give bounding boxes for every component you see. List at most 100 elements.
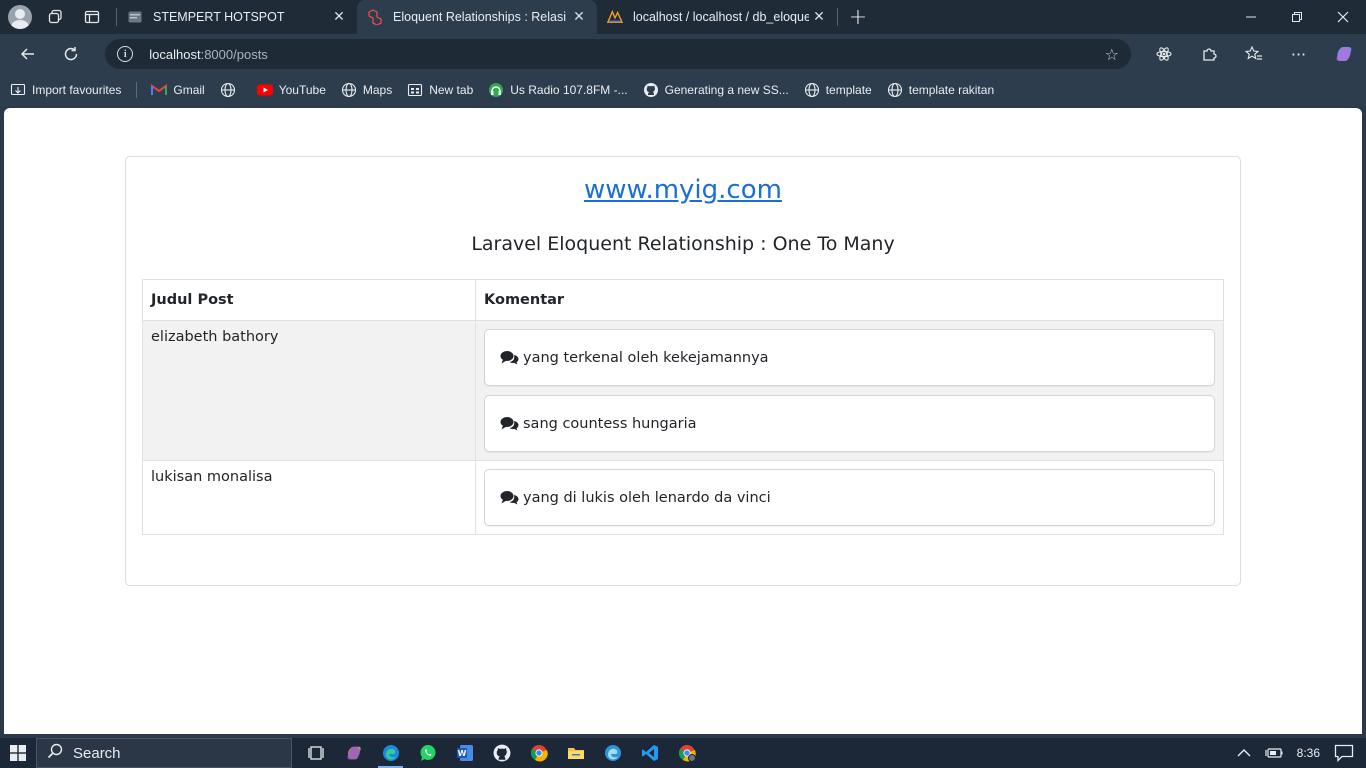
favourites-bar: Import favourites Gmail YouTube Maps New… xyxy=(0,74,1366,106)
close-tab-icon[interactable]: ✕ xyxy=(569,9,589,25)
favourites-divider xyxy=(136,82,138,98)
navigation-bar: i localhost:8000/posts ☆ ··· xyxy=(0,34,1366,74)
more-options-icon[interactable]: ··· xyxy=(1276,34,1321,74)
tab-actions-icon[interactable] xyxy=(74,0,110,34)
chrome-profile-icon[interactable] xyxy=(668,738,705,768)
edge-browser-icon[interactable] xyxy=(372,738,409,768)
table-header-row: Judul Post Komentar xyxy=(142,279,1224,321)
favourite-import[interactable]: Import favourites xyxy=(10,82,121,98)
favourite-label: Maps xyxy=(362,83,393,97)
whatsapp-icon[interactable] xyxy=(409,738,446,768)
gmail-icon xyxy=(151,82,168,98)
tab-strip: STEMPERT HOTSPOT ✕ Eloquent Relationship… xyxy=(0,0,1366,34)
system-tray: 8:36 xyxy=(1237,744,1366,762)
favourite-label: Generating a new SS... xyxy=(664,83,789,97)
favourites-icon[interactable] xyxy=(1231,34,1276,74)
posts-table: Judul Post Komentar elizabeth bathory ya… xyxy=(142,279,1224,535)
clock[interactable]: 8:36 xyxy=(1297,746,1320,760)
comments-cell: yang terkenal oleh kekejamannya sang cou… xyxy=(475,320,1224,461)
column-header-komentar: Komentar xyxy=(475,279,1224,321)
globe-icon xyxy=(804,82,820,98)
favourite-label: template rakitan xyxy=(908,83,995,97)
favourite-label: Import favourites xyxy=(32,83,122,97)
github-desktop-icon[interactable] xyxy=(483,738,520,768)
github-icon xyxy=(643,82,659,98)
copilot-app-icon[interactable] xyxy=(335,738,372,768)
workspaces-icon[interactable] xyxy=(38,0,74,34)
globe-icon xyxy=(220,82,236,98)
taskbar: Search W 8:36 xyxy=(0,738,1366,768)
comments-cell: yang di lukis oleh lenardo da vinci xyxy=(475,460,1224,535)
favourite-template-rakitan[interactable]: template rakitan xyxy=(887,82,994,98)
close-tab-icon[interactable]: ✕ xyxy=(329,9,349,25)
minimize-icon[interactable] xyxy=(1228,0,1274,34)
tab-phpmyadmin[interactable]: localhost / localhost / db_eloquent ✕ xyxy=(597,0,837,34)
globe-icon xyxy=(887,82,903,98)
edge-dev-icon[interactable] xyxy=(594,738,631,768)
column-header-judul-post: Judul Post xyxy=(142,279,476,321)
favourite-template[interactable]: template xyxy=(804,82,872,98)
favourite-github[interactable]: Generating a new SS... xyxy=(643,82,789,98)
laravel-icon xyxy=(367,9,383,25)
back-icon[interactable] xyxy=(6,34,50,74)
url-text[interactable]: localhost:8000/posts xyxy=(149,47,1104,62)
favourite-globe[interactable] xyxy=(220,82,242,98)
svg-text:W: W xyxy=(457,749,466,758)
window-controls xyxy=(1228,0,1366,34)
toolbar-actions: ··· xyxy=(1141,34,1366,74)
taskbar-search[interactable]: Search xyxy=(36,738,292,768)
radio-icon xyxy=(488,82,504,98)
search-icon xyxy=(47,743,63,763)
vscode-icon[interactable] xyxy=(631,738,668,768)
comment-item: yang terkenal oleh kekejamannya xyxy=(484,329,1215,386)
favourite-gmail[interactable]: Gmail xyxy=(151,82,205,98)
copilot-icon[interactable] xyxy=(1321,34,1366,74)
comment-text: sang countess hungaria xyxy=(523,415,697,432)
windows-start-icon[interactable] xyxy=(0,738,36,768)
file-explorer-icon[interactable] xyxy=(557,738,594,768)
tab-title: localhost / localhost / db_eloquent xyxy=(633,10,809,24)
notification-icon[interactable] xyxy=(1334,744,1354,762)
battery-icon[interactable] xyxy=(1265,747,1283,759)
page-viewport: www.myig.com Laravel Eloquent Relationsh… xyxy=(4,108,1362,734)
comments-icon xyxy=(500,350,520,366)
globe-icon xyxy=(341,82,357,98)
comments-icon xyxy=(500,490,520,506)
profile-avatar[interactable] xyxy=(8,5,32,29)
favourite-label: template xyxy=(825,83,872,97)
task-view-icon[interactable] xyxy=(298,738,335,768)
hotspot-icon xyxy=(127,9,143,25)
favourite-new-tab[interactable]: New tab xyxy=(407,82,473,98)
favourite-label: Us Radio 107.8FM -... xyxy=(510,83,628,97)
word-icon[interactable]: W xyxy=(446,738,483,768)
favourite-radio[interactable]: Us Radio 107.8FM -... xyxy=(488,82,628,98)
close-tab-icon[interactable]: ✕ xyxy=(809,9,829,25)
favourite-maps[interactable]: Maps xyxy=(341,82,392,98)
favourite-label: YouTube xyxy=(278,83,326,97)
chevron-up-icon[interactable] xyxy=(1237,748,1251,758)
post-title-cell: elizabeth bathory xyxy=(142,320,476,461)
url-host: localhost xyxy=(149,46,201,62)
site-info-icon[interactable]: i xyxy=(117,46,134,62)
favourite-label: Gmail xyxy=(173,83,205,97)
favourite-star-icon[interactable]: ☆ xyxy=(1105,45,1119,64)
extensions-icon[interactable] xyxy=(1186,34,1231,74)
close-window-icon[interactable] xyxy=(1320,0,1366,34)
post-title-cell: lukisan monalisa xyxy=(142,460,476,535)
taskbar-apps: W xyxy=(298,738,705,768)
react-devtools-icon[interactable] xyxy=(1141,34,1186,74)
favourite-youtube[interactable]: YouTube xyxy=(256,82,326,98)
tab-eloquent-relationships[interactable]: Eloquent Relationships : Relasi One ✕ xyxy=(357,0,597,34)
address-bar[interactable]: i localhost:8000/posts ☆ xyxy=(105,39,1131,69)
page-heading: Laravel Eloquent Relationship : One To M… xyxy=(471,233,895,255)
comment-item: sang countess hungaria xyxy=(484,395,1215,452)
chrome-icon[interactable] xyxy=(520,738,557,768)
site-link[interactable]: www.myig.com xyxy=(126,175,1240,205)
tab-stempert-hotspot[interactable]: STEMPERT HOTSPOT ✕ xyxy=(117,0,357,34)
phpmyadmin-icon xyxy=(607,9,623,25)
comment-text: yang terkenal oleh kekejamannya xyxy=(523,349,769,366)
new-tab-button[interactable]: + xyxy=(838,5,878,30)
restore-icon[interactable] xyxy=(1274,0,1320,34)
favourite-label: New tab xyxy=(429,83,474,97)
refresh-icon[interactable] xyxy=(50,34,94,74)
